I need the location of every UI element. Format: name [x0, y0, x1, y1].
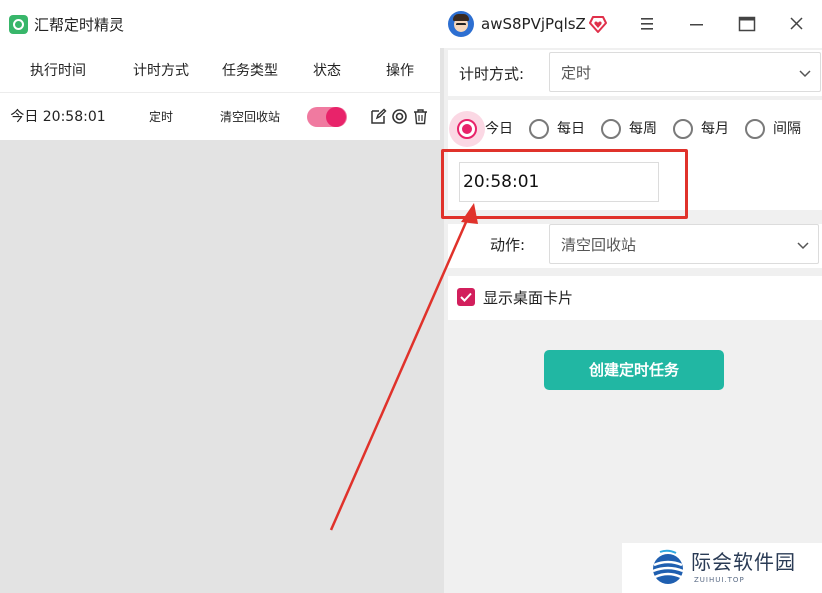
header-operations: 操作 [386, 63, 414, 79]
watermark: 际会软件园 ZUIHUI.TOP [622, 543, 822, 593]
avatar[interactable] [448, 11, 474, 37]
radio-interval-label: 间隔 [773, 121, 801, 137]
table-row: 今日 20:58:01 定时 清空回收站 [0, 92, 440, 140]
close-icon[interactable] [782, 10, 812, 38]
header-status: 状态 [313, 63, 341, 79]
menu-icon[interactable] [632, 10, 662, 38]
timing-mode-select[interactable]: 定时 [549, 52, 821, 92]
globe-logo-icon [652, 549, 684, 584]
radio-today-label: 今日 [485, 121, 513, 137]
app-title: 汇帮定时精灵 [34, 16, 125, 34]
header-timing-mode: 计时方式 [133, 63, 189, 79]
radio-daily-label: 每日 [557, 121, 585, 137]
header-exec-time: 执行时间 [30, 63, 86, 79]
minimize-icon[interactable] [682, 10, 712, 38]
watermark-subtext: ZUIHUI.TOP [694, 576, 745, 584]
chevron-down-icon [799, 70, 811, 78]
edit-icon[interactable] [370, 108, 387, 125]
show-desktop-card-checkbox[interactable] [457, 288, 475, 306]
status-toggle[interactable] [307, 107, 347, 127]
chevron-down-icon [797, 242, 809, 250]
checkmark-icon [460, 292, 472, 302]
username[interactable]: awS8PVjPqlsZ [481, 13, 586, 35]
row-task-type: 清空回收站 [219, 110, 280, 124]
task-list-panel: 执行时间 计时方式 任务类型 状态 操作 今日 20:58:01 定时 清空回收… [0, 48, 444, 593]
table-header: 执行时间 计时方式 任务类型 状态 操作 [0, 48, 440, 92]
show-desktop-card-label[interactable]: 显示桌面卡片 [483, 287, 573, 309]
action-value: 清空回收站 [561, 236, 637, 254]
title-bar: 汇帮定时精灵 awS8PVjPqlsZ [0, 0, 822, 48]
timing-mode-value: 定时 [561, 64, 592, 82]
row-exec-time: 今日 20:58:01 [10, 109, 106, 125]
radio-monthly-label: 每月 [701, 121, 729, 137]
alarm-clock-icon [9, 15, 28, 34]
delete-icon[interactable] [412, 108, 429, 125]
view-icon[interactable] [391, 108, 408, 125]
timing-mode-card: 计时方式: 定时 [448, 50, 822, 96]
maximize-icon[interactable] [732, 10, 762, 38]
watermark-text: 际会软件园 [691, 550, 796, 574]
create-task-button[interactable]: 创建定时任务 [544, 350, 724, 390]
diamond-heart-icon[interactable] [588, 14, 608, 34]
header-task-type: 任务类型 [222, 63, 278, 79]
action-label: 动作: [490, 236, 526, 254]
row-timing-mode: 定时 [148, 110, 173, 124]
radio-weekly-label: 每周 [629, 121, 657, 137]
annotation-highlight-box [441, 149, 688, 219]
action-select[interactable]: 清空回收站 [549, 224, 819, 264]
timing-mode-label: 计时方式: [459, 65, 525, 83]
